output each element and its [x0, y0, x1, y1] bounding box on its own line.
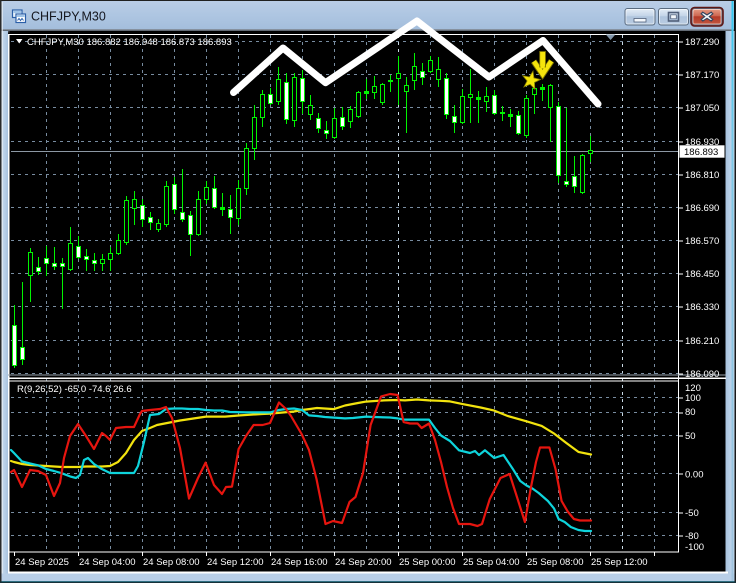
svg-text:25 Sep 04:00: 25 Sep 04:00	[463, 557, 520, 568]
svg-text:186.570: 186.570	[685, 236, 719, 247]
svg-text:CHFJPY,M30: CHFJPY,M30	[31, 10, 106, 24]
svg-text:186.810: 186.810	[685, 170, 719, 181]
svg-text:186.893: 186.893	[684, 147, 718, 158]
svg-text:186.450: 186.450	[685, 269, 719, 280]
svg-text:186.210: 186.210	[685, 336, 719, 347]
svg-text:R(9,26,52) -65.0 -74.6 26.6: R(9,26,52) -65.0 -74.6 26.6	[17, 384, 132, 395]
svg-text:186.330: 186.330	[685, 302, 719, 313]
svg-text:CHFJPY,M30 186.882 186.948 186: CHFJPY,M30 186.882 186.948 186.873 186.8…	[27, 37, 232, 48]
svg-text:24 Sep 2025: 24 Sep 2025	[15, 557, 69, 568]
svg-text:0.00: 0.00	[685, 469, 704, 480]
svg-text:100: 100	[685, 393, 701, 404]
svg-text:-80: -80	[685, 531, 699, 542]
svg-text:80: 80	[685, 407, 696, 418]
svg-text:187.050: 187.050	[685, 103, 719, 114]
svg-text:187.170: 187.170	[685, 70, 719, 81]
svg-text:24 Sep 20:00: 24 Sep 20:00	[335, 557, 392, 568]
svg-text:187.290: 187.290	[685, 37, 719, 48]
svg-text:25 Sep 00:00: 25 Sep 00:00	[399, 557, 456, 568]
svg-text:24 Sep 12:00: 24 Sep 12:00	[207, 557, 264, 568]
svg-text:25 Sep 08:00: 25 Sep 08:00	[527, 557, 584, 568]
svg-text:186.690: 186.690	[685, 203, 719, 214]
svg-text:50: 50	[685, 431, 696, 442]
svg-text:24 Sep 16:00: 24 Sep 16:00	[271, 557, 328, 568]
svg-text:186.090: 186.090	[685, 369, 719, 380]
svg-text:-50: -50	[685, 508, 699, 519]
svg-text:24 Sep 08:00: 24 Sep 08:00	[143, 557, 200, 568]
svg-text:-100: -100	[685, 542, 704, 553]
svg-text:25 Sep 12:00: 25 Sep 12:00	[591, 557, 648, 568]
svg-text:24 Sep 04:00: 24 Sep 04:00	[79, 557, 136, 568]
